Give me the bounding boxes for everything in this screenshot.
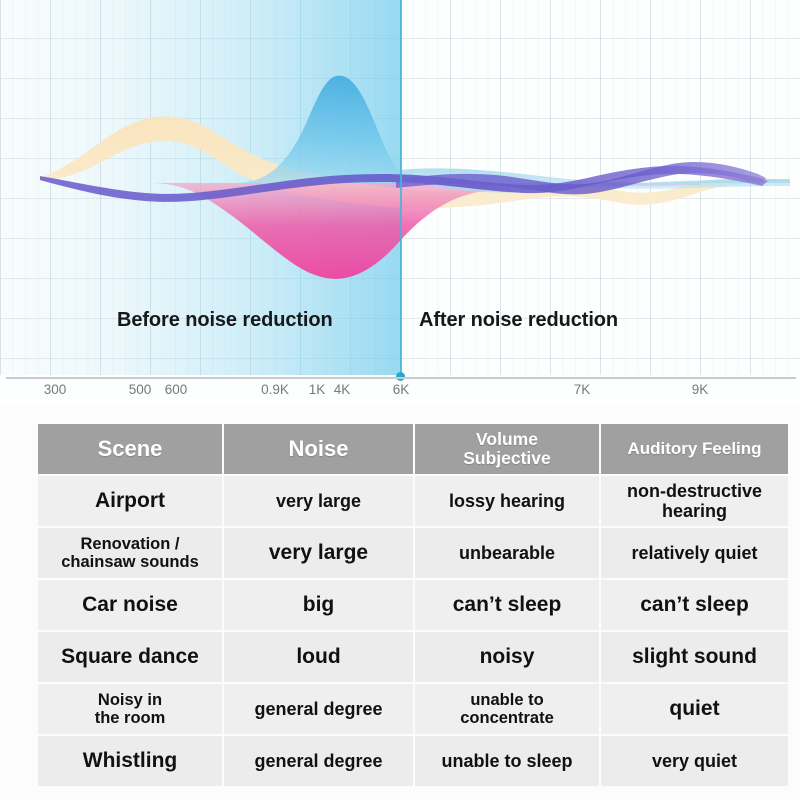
caption-after-noise-reduction: After noise reduction xyxy=(419,309,619,331)
scene-comparison-table: Scene Noise Volume Subjective Auditory F… xyxy=(36,422,790,788)
table-header-row: Scene Noise Volume Subjective Auditory F… xyxy=(38,424,788,474)
cell-volume-subjective: lossy hearing xyxy=(415,476,599,526)
table-row: Car noise big can’t sleep can’t sleep xyxy=(38,580,788,630)
cell-volume-subjective: unable to concentrate xyxy=(415,684,599,734)
table-row: Whistling general degree unable to sleep… xyxy=(38,736,788,786)
cell-scene: Noisy in the room xyxy=(38,684,222,734)
cell-scene-line2: chainsaw sounds xyxy=(61,553,199,571)
cell-volume-subjective: can’t sleep xyxy=(415,580,599,630)
cell-auditory-feeling: slight sound xyxy=(601,632,788,682)
cell-auditory-feeling: relatively quiet xyxy=(601,528,788,578)
column-header-volume-subjective-line1: Volume xyxy=(476,429,538,450)
noise-reduction-infographic: Before noise reduction After noise reduc… xyxy=(0,0,800,800)
axis-tick-label: 600 xyxy=(164,382,188,397)
cell-scene: Renovation / chainsaw sounds xyxy=(38,528,222,578)
cell-volume-subjective-line2: concentrate xyxy=(460,709,554,727)
axis-tick-label: 7K xyxy=(573,382,591,397)
frequency-axis-line xyxy=(6,377,796,379)
caption-before-noise-reduction: Before noise reduction xyxy=(117,309,333,331)
column-header-noise: Noise xyxy=(224,424,413,474)
scene-comparison-table-panel: Scene Noise Volume Subjective Auditory F… xyxy=(0,404,800,800)
table-row: Renovation / chainsaw sounds very large … xyxy=(38,528,788,578)
frequency-axis-tick-labels: 300 500 600 0.9K 1K 4K 6K 7K 9K xyxy=(0,382,800,400)
cell-noise: loud xyxy=(224,632,413,682)
axis-tick-label: 0.9K xyxy=(261,382,289,397)
cell-volume-subjective: noisy xyxy=(415,632,599,682)
column-header-scene: Scene xyxy=(38,424,222,474)
cell-volume-subjective-line1: unable to xyxy=(470,690,544,709)
cell-scene-line1: Renovation / xyxy=(80,534,180,553)
axis-tick-label: 9K xyxy=(691,382,709,397)
cell-scene: Square dance xyxy=(38,632,222,682)
cell-auditory-feeling: can’t sleep xyxy=(601,580,788,630)
cell-scene: Airport xyxy=(38,476,222,526)
axis-tick-label: 300 xyxy=(43,382,67,397)
cell-scene: Whistling xyxy=(38,736,222,786)
cell-auditory-feeling: non-destructive hearing xyxy=(601,476,788,526)
table-row: Square dance loud noisy slight sound xyxy=(38,632,788,682)
cell-noise: very large xyxy=(224,476,413,526)
column-header-auditory-feeling: Auditory Feeling xyxy=(601,424,788,474)
cell-volume-subjective: unbearable xyxy=(415,528,599,578)
cell-scene: Car noise xyxy=(38,580,222,630)
cell-auditory-feeling: very quiet xyxy=(601,736,788,786)
table-row: Airport very large lossy hearing non-des… xyxy=(38,476,788,526)
cell-scene-line1: Noisy in xyxy=(97,690,163,709)
cell-noise: general degree xyxy=(224,684,413,734)
cell-noise: big xyxy=(224,580,413,630)
axis-tick-label: 6K xyxy=(392,382,410,397)
table-row: Noisy in the room general degree unable … xyxy=(38,684,788,734)
cell-auditory-feeling: quiet xyxy=(601,684,788,734)
axis-tick-label: 4K xyxy=(333,382,351,397)
cell-volume-subjective: unable to sleep xyxy=(415,736,599,786)
split-divider-line xyxy=(400,0,402,377)
cell-noise: very large xyxy=(224,528,413,578)
axis-tick-label: 500 xyxy=(128,382,152,397)
cell-scene-line2: the room xyxy=(94,709,166,727)
frequency-chart: Before noise reduction After noise reduc… xyxy=(0,0,800,400)
column-header-volume-subjective-line2: Subjective xyxy=(463,448,551,468)
cell-noise: general degree xyxy=(224,736,413,786)
axis-tick-label: 1K xyxy=(308,382,326,397)
column-header-volume-subjective: Volume Subjective xyxy=(415,424,599,474)
